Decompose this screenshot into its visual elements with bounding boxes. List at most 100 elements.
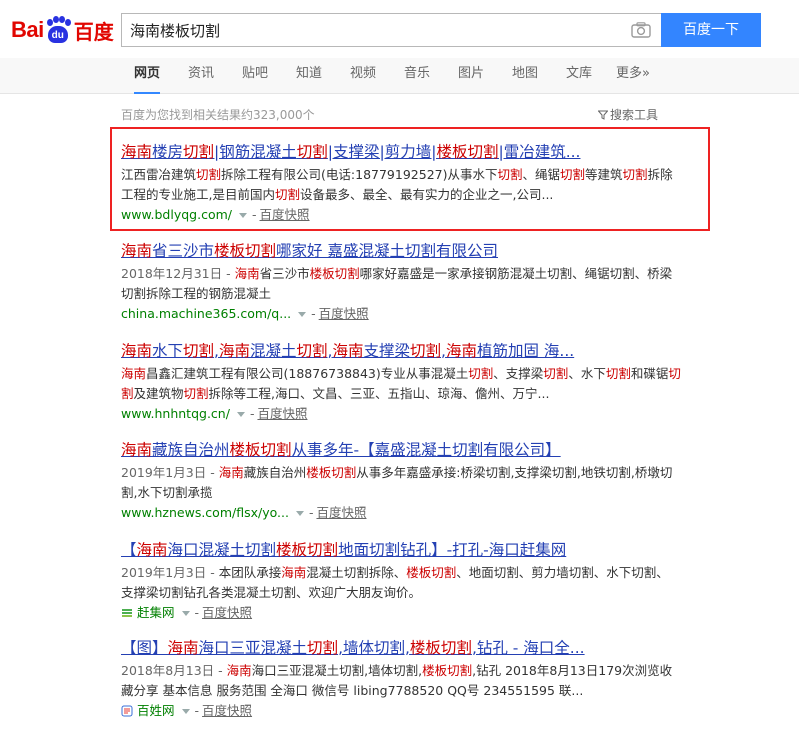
highlight-keyword: 海南	[167, 639, 199, 657]
caret-down-icon[interactable]	[298, 311, 307, 317]
text-segment: 【	[121, 541, 137, 559]
tab-wenku[interactable]: 文库	[566, 58, 592, 94]
snapshot-link[interactable]: 百度快照	[202, 603, 252, 623]
highlight-keyword: 海南	[121, 366, 147, 381]
text-segment: 江西雷冶建筑	[121, 167, 197, 182]
search-button[interactable]: 百度一下	[661, 13, 761, 47]
tab-news[interactable]: 资讯	[188, 58, 214, 94]
text-segment: 和碟锯	[630, 366, 669, 381]
text-segment: 【图】	[121, 639, 168, 657]
caret-down-icon[interactable]	[295, 510, 304, 516]
highlight-keyword: 楼板切割	[214, 242, 277, 260]
baidu-logo[interactable]: Bai du 百度	[11, 13, 114, 47]
text-segment: 、水下	[568, 366, 606, 381]
search-result: 海南藏族自治州楼板切割从事多年-【嘉盛混凝土切割有限公司】 2019年1月3日 …	[121, 439, 681, 523]
logo-text-cn: 百度	[73, 19, 114, 44]
tab-map[interactable]: 地图	[512, 58, 538, 94]
header: Bai du 百度 百度一下	[0, 0, 799, 58]
text-segment: 藏族自治州	[243, 465, 307, 480]
search-input[interactable]	[122, 14, 612, 46]
result-url-line: www.bdlyqg.com/- 百度快照	[121, 205, 681, 225]
text-segment: 及建筑物	[133, 386, 184, 401]
highlight-keyword: 切割	[196, 167, 222, 182]
snapshot-link[interactable]: 百度快照	[316, 503, 366, 523]
snapshot-link[interactable]: 百度快照	[260, 205, 310, 225]
caret-down-icon[interactable]	[181, 610, 190, 616]
highlight-keyword: 切割	[183, 386, 209, 401]
funnel-icon	[598, 110, 608, 120]
text-segment: 混凝土	[250, 342, 297, 360]
result-title[interactable]: 海南藏族自治州楼板切割从事多年-【嘉盛混凝土切割有限公司】	[121, 439, 681, 461]
site-name[interactable]: 赶集网	[137, 603, 175, 623]
highlight-keyword: 楼板切割	[309, 266, 360, 281]
result-date: 2019年1月3日	[121, 465, 207, 480]
result-abstract: 2018年8月13日 - 海南海口三亚混凝土切割,墙体切割,楼板切割,钻孔 20…	[121, 663, 673, 698]
highlight-keyword: 海南	[218, 342, 250, 360]
highlight-keyword: 楼板切割	[436, 143, 499, 161]
camera-icon[interactable]	[631, 22, 651, 38]
highlight-keyword: 楼板切割	[422, 663, 473, 678]
search-result: 【海南海口混凝土切割楼板切割地面切割钻孔】-打孔-海口赶集网 2019年1月3日…	[121, 539, 681, 623]
text-segment: 哪家好 嘉盛混凝土切割有限公司	[276, 242, 498, 260]
caret-down-icon[interactable]	[236, 411, 245, 417]
snapshot-link[interactable]: 百度快照	[202, 701, 252, 721]
highlight-keyword: 楼板切割	[409, 639, 472, 657]
result-abstract: 海南昌鑫汇建筑工程有限公司(18876738843)专业从事混凝土切割、支撑梁切…	[121, 364, 681, 404]
tab-video[interactable]: 视频	[350, 58, 376, 94]
result-title[interactable]: 海南楼房切割|钢筋混凝土切割|支撑梁|剪力墙|楼板切割|雷冶建筑...	[121, 141, 681, 163]
highlight-keyword: 切割	[274, 187, 300, 202]
site-name[interactable]: 百姓网	[137, 701, 175, 721]
paw-icon: du	[45, 16, 71, 44]
search-box	[121, 13, 661, 47]
highlight-keyword: 切割	[605, 366, 631, 381]
result-abstract: 2019年1月3日 - 海南藏族自治州楼板切割从事多年嘉盛承接:桥梁切割,支撑梁…	[121, 465, 673, 500]
highlight-keyword: 切割	[296, 342, 328, 360]
highlight-keyword: 海南	[121, 242, 153, 260]
search-tools[interactable]: 搜索工具	[598, 106, 658, 123]
site-favicon-icon	[121, 705, 133, 717]
tab-zhidao[interactable]: 知道	[296, 58, 322, 94]
result-url[interactable]: www.bdlyqg.com/	[121, 205, 232, 225]
highlight-keyword: 切割	[183, 342, 215, 360]
text-segment: 海口三亚混凝土	[198, 639, 308, 657]
highlight-keyword: 海南	[445, 342, 477, 360]
highlight-keyword: 楼板切割	[406, 565, 457, 580]
tab-webpage[interactable]: 网页	[134, 58, 161, 94]
snapshot-link[interactable]: 百度快照	[257, 404, 307, 424]
text-segment: 楼房	[152, 143, 184, 161]
highlight-keyword: 海南	[332, 342, 364, 360]
result-title[interactable]: 海南水下切割,海南混凝土切割,海南支撑梁切割,海南植筋加固 海...	[121, 340, 681, 362]
highlight-keyword: 海南	[234, 266, 260, 281]
result-title[interactable]: 【图】海南海口三亚混凝土切割,墙体切割,楼板切割,钻孔 - 海口全...	[121, 637, 681, 659]
highlight-keyword: 切割	[296, 143, 328, 161]
logo-text-bai: Bai	[11, 17, 44, 42]
result-url-line: www.hznews.com/flsx/yo... - 百度快照	[121, 503, 681, 523]
result-title[interactable]: 【海南海口混凝土切割楼板切割地面切割钻孔】-打孔-海口赶集网	[121, 539, 681, 561]
highlight-keyword: 切割	[410, 342, 442, 360]
result-title[interactable]: 海南省三沙市楼板切割哪家好 嘉盛混凝土切割有限公司	[121, 240, 681, 262]
search-result: 海南省三沙市楼板切割哪家好 嘉盛混凝土切割有限公司 2018年12月31日 - …	[121, 240, 681, 324]
result-url[interactable]: www.hnhntqg.cn/	[121, 404, 230, 424]
tab-music[interactable]: 音乐	[404, 58, 430, 94]
tab-tieba[interactable]: 贴吧	[242, 58, 268, 94]
text-segment: 、绳锯	[522, 167, 561, 182]
result-url[interactable]: china.machine365.com/q...	[121, 304, 291, 324]
result-url-line: 赶集网 - 百度快照	[121, 603, 681, 623]
highlight-keyword: 切割	[183, 143, 215, 161]
snapshot-link[interactable]: 百度快照	[319, 304, 369, 324]
highlight-keyword: 楼板切割	[276, 541, 339, 559]
site-favicon-icon	[122, 609, 132, 617]
highlight-keyword: 海南	[136, 541, 168, 559]
result-date: 2018年8月13日	[121, 663, 215, 678]
caret-down-icon[interactable]	[181, 708, 190, 714]
search-result: 海南楼房切割|钢筋混凝土切割|支撑梁|剪力墙|楼板切割|雷冶建筑... 江西雷冶…	[121, 141, 681, 225]
caret-down-icon[interactable]	[239, 212, 247, 218]
highlight-keyword: 切割	[622, 167, 648, 182]
text-segment: 植筋加固 海...	[476, 342, 575, 360]
logo-text-du: du	[47, 26, 68, 43]
tab-more[interactable]: 更多»	[616, 58, 650, 94]
text-segment: 等建筑	[585, 167, 623, 182]
text-segment: 海口三亚混凝土切割,墙体切割,	[251, 663, 423, 678]
tab-images[interactable]: 图片	[458, 58, 484, 94]
result-url[interactable]: www.hznews.com/flsx/yo...	[121, 503, 289, 523]
